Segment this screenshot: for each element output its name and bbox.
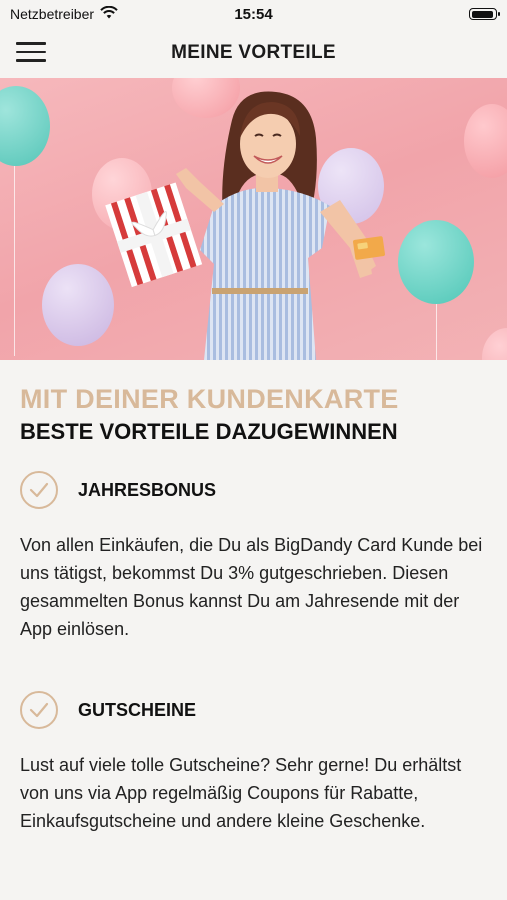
battery-icon: [469, 8, 500, 20]
status-time: 15:54: [234, 5, 273, 23]
benefit-description: Von allen Einkäufen, die Du als BigDandy…: [20, 535, 483, 639]
woman-illustration: [105, 91, 385, 360]
page-title: MEINE VORTEILE: [171, 42, 336, 63]
check-circle-icon: [20, 691, 58, 729]
nav-bar: MEINE VORTEILE: [0, 28, 507, 78]
check-circle-icon: [20, 471, 58, 509]
benefit-jahresbonus: JAHRESBONUS Von allen Einkäufen, die Du …: [20, 471, 487, 643]
benefit-gutscheine: GUTSCHEINE Lust auf viele tolle Gutschei…: [20, 691, 487, 835]
status-bar: Netzbetreiber 15:54: [0, 0, 507, 28]
hero-image: [0, 78, 507, 360]
intro-headline: BESTE VORTEILE DAZUGEWINNEN: [20, 419, 398, 444]
benefit-description: Lust auf viele tolle Gutscheine? Sehr ge…: [20, 755, 462, 831]
hamburger-menu-icon[interactable]: [16, 42, 46, 64]
benefit-title: JAHRESBONUS: [78, 479, 217, 500]
benefit-title: GUTSCHEINE: [78, 699, 197, 720]
intro-accent-headline: MIT DEINER KUNDENKARTE: [20, 384, 399, 414]
wifi-icon: [100, 5, 118, 22]
carrier-label: Netzbetreiber: [10, 6, 95, 22]
